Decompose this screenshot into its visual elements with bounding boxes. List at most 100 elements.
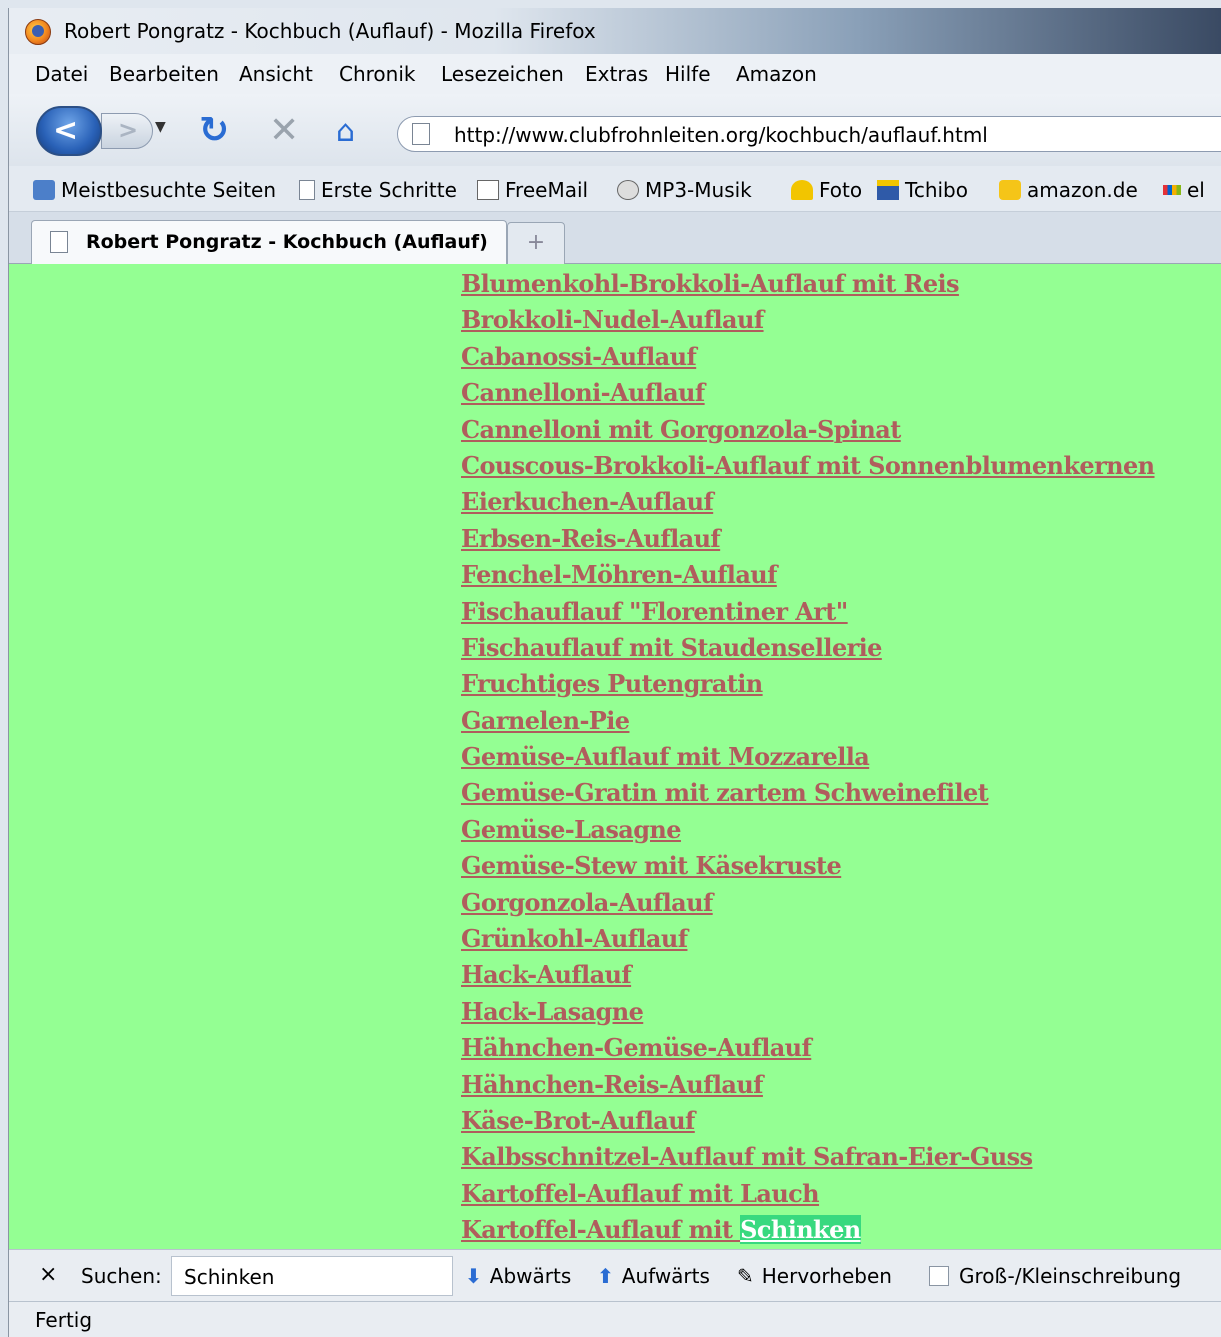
navigation-toolbar: > < ▼ ↻ ✕ ⌂ http://www.clubfrohnleiten.o… — [9, 94, 1221, 166]
recipe-link[interactable]: Fruchtiges Putengratin — [461, 669, 763, 698]
bookmark-meistbesuchte[interactable]: Meistbesuchte Seiten — [33, 178, 276, 202]
menu-hilfe[interactable]: Hilfe — [665, 62, 711, 86]
menu-lesezeichen[interactable]: Lesezeichen — [441, 62, 564, 86]
recipe-link[interactable]: Kartoffel-Auflauf mit Lauch — [461, 1179, 820, 1208]
list-item: Fischauflauf "Florentiner Art" — [461, 594, 1155, 630]
bookmarks-toolbar: Meistbesuchte Seiten Erste Schritte Free… — [9, 166, 1221, 212]
recipe-link-kartoffel-schinken[interactable]: Kartoffel-Auflauf mit Schinken — [461, 1215, 861, 1245]
highlight-label: Hervorheben — [761, 1264, 892, 1288]
menu-extras[interactable]: Extras — [585, 62, 648, 86]
tab-auflauf[interactable]: Robert Pongratz - Kochbuch (Auflauf) — [31, 220, 507, 264]
recipe-list: Blumenkohl-Brokkoli-Auflauf mit Reis Brok… — [461, 266, 1155, 1249]
bookmark-erste-schritte[interactable]: Erste Schritte — [299, 178, 457, 202]
list-item: Cabanossi-Auflauf — [461, 339, 1155, 375]
recipe-link[interactable]: Hack-Lasagne — [461, 997, 644, 1026]
speaker-icon — [617, 180, 639, 200]
recipe-link[interactable]: Hähnchen-Reis-Auflauf — [461, 1070, 764, 1099]
menu-amazon[interactable]: Amazon — [736, 62, 817, 86]
recipe-link[interactable]: Kalbsschnitzel-Auflauf mit Safran-Eier-G… — [461, 1142, 1033, 1171]
recipe-link[interactable]: Hähnchen-Gemüse-Auflauf — [461, 1033, 812, 1062]
list-item: Hack-Lasagne — [461, 994, 1155, 1030]
page-icon — [50, 231, 68, 253]
find-label: Suchen: — [81, 1264, 162, 1288]
bookmark-mp3-musik[interactable]: MP3-Musik — [617, 178, 752, 202]
menu-bearbeiten[interactable]: Bearbeiten — [109, 62, 219, 86]
home-icon[interactable]: ⌂ — [336, 114, 355, 149]
highlight-all-button[interactable]: ✎ Hervorheben — [737, 1264, 892, 1288]
match-case-checkbox[interactable]: Groß-/Kleinschreibung — [929, 1264, 1181, 1288]
list-item: Kalbsschnitzel-Auflauf mit Safran-Eier-G… — [461, 1139, 1155, 1175]
forward-button[interactable]: > — [101, 113, 153, 149]
recipe-link[interactable]: Blumenkohl-Brokkoli-Auflauf mit Reis — [461, 269, 960, 298]
recipe-link[interactable]: Hack-Auflauf — [461, 960, 632, 989]
firefox-logo-icon — [25, 19, 51, 45]
find-input[interactable]: Schinken — [171, 1256, 453, 1296]
recipe-link[interactable]: Käse-Brot-Auflauf — [461, 1106, 695, 1135]
list-item: Eierkuchen-Auflauf — [461, 484, 1155, 520]
menu-chronik[interactable]: Chronik — [339, 62, 415, 86]
recipe-link[interactable]: Cannelloni-Auflauf — [461, 378, 705, 407]
back-arrow-icon: < — [53, 113, 79, 148]
bookmark-amazon[interactable]: amazon.de — [999, 178, 1138, 202]
page-icon — [412, 123, 430, 145]
pen-icon: ✎ — [737, 1264, 754, 1288]
recipe-link[interactable]: Gorgonzola-Auflauf — [461, 888, 713, 917]
list-item: Couscous-Brokkoli-Auflauf mit Sonnenblum… — [461, 448, 1155, 484]
bookmark-label: Erste Schritte — [321, 178, 457, 202]
bookmark-label: Tchibo — [905, 178, 968, 202]
recipe-link[interactable]: Gemüse-Gratin mit zartem Schweinefilet — [461, 778, 989, 807]
recipe-link[interactable]: Garnelen-Pie — [461, 706, 630, 735]
bookmark-label: FreeMail — [505, 178, 589, 202]
list-item: Erbsen-Reis-Auflauf — [461, 521, 1155, 557]
recipe-link[interactable]: Grünkohl-Auflauf — [461, 924, 688, 953]
window-title: Robert Pongratz - Kochbuch (Auflauf) - M… — [64, 19, 596, 43]
recipe-link[interactable]: Fischauflauf "Florentiner Art" — [461, 597, 848, 626]
menu-bar: Datei Bearbeiten Ansicht Chronik Lesezei… — [9, 54, 1221, 94]
find-next-label: Abwärts — [489, 1264, 572, 1288]
list-item: Käse-Brot-Auflauf — [461, 1103, 1155, 1139]
recipe-link[interactable]: Erbsen-Reis-Auflauf — [461, 524, 721, 553]
recipe-link[interactable]: Couscous-Brokkoli-Auflauf mit Sonnenblum… — [461, 451, 1155, 480]
new-tab-button[interactable]: + — [507, 222, 565, 264]
list-item: Fischauflauf mit Staudensellerie — [461, 630, 1155, 666]
recipe-link[interactable]: Cannelloni mit Gorgonzola-Spinat — [461, 415, 901, 444]
list-item: Fenchel-Möhren-Auflauf — [461, 557, 1155, 593]
close-find-icon[interactable]: × — [39, 1262, 57, 1287]
tab-label: Robert Pongratz - Kochbuch (Auflauf) — [86, 231, 488, 253]
recipe-link[interactable]: Eierkuchen-Auflauf — [461, 487, 714, 516]
bookmark-label: el — [1187, 178, 1205, 202]
history-dropdown-icon[interactable]: ▼ — [155, 119, 166, 135]
status-bar: Fertig — [9, 1301, 1221, 1337]
recipe-link[interactable]: Brokkoli-Nudel-Auflauf — [461, 305, 764, 334]
recipe-link[interactable]: Gemüse-Lasagne — [461, 815, 682, 844]
menu-datei[interactable]: Datei — [35, 62, 88, 86]
bookmark-label: amazon.de — [1027, 178, 1138, 202]
recipe-link[interactable]: Fischauflauf mit Staudensellerie — [461, 633, 882, 662]
address-bar[interactable]: http://www.clubfrohnleiten.org/kochbuch/… — [397, 116, 1221, 152]
stop-icon[interactable]: ✕ — [269, 110, 299, 151]
menu-ansicht[interactable]: Ansicht — [239, 62, 313, 86]
find-previous-label: Aufwärts — [621, 1264, 710, 1288]
bookmark-foto[interactable]: Foto — [791, 178, 862, 202]
forward-arrow-icon: > — [118, 116, 139, 144]
list-item: Garnelen-Pie — [461, 703, 1155, 739]
recipe-link[interactable]: Cabanossi-Auflauf — [461, 342, 697, 371]
find-next-button[interactable]: ⬇ Abwärts — [465, 1264, 571, 1288]
bookmark-freemail[interactable]: FreeMail — [477, 178, 588, 202]
list-item: Grünkohl-Auflauf — [461, 921, 1155, 957]
amazon-icon — [999, 180, 1021, 200]
back-button[interactable]: < — [36, 106, 102, 156]
tchibo-icon — [877, 180, 899, 200]
list-item: Cannelloni mit Gorgonzola-Spinat — [461, 412, 1155, 448]
recipe-link[interactable]: Fenchel-Möhren-Auflauf — [461, 560, 777, 589]
list-item: Gemüse-Auflauf mit Mozzarella — [461, 739, 1155, 775]
tab-bar: Robert Pongratz - Kochbuch (Auflauf) + — [9, 212, 1221, 264]
reload-icon[interactable]: ↻ — [199, 110, 229, 151]
recipe-link[interactable]: Gemüse-Auflauf mit Mozzarella — [461, 742, 870, 771]
find-previous-button[interactable]: ⬆ Aufwärts — [597, 1264, 710, 1288]
bookmark-ebay[interactable]: el — [1163, 178, 1205, 202]
bookmark-tchibo[interactable]: Tchibo — [877, 178, 968, 202]
list-item: Hähnchen-Gemüse-Auflauf — [461, 1030, 1155, 1066]
recipe-link[interactable]: Gemüse-Stew mit Käsekruste — [461, 851, 842, 880]
list-item: Gemüse-Stew mit Käsekruste — [461, 848, 1155, 884]
